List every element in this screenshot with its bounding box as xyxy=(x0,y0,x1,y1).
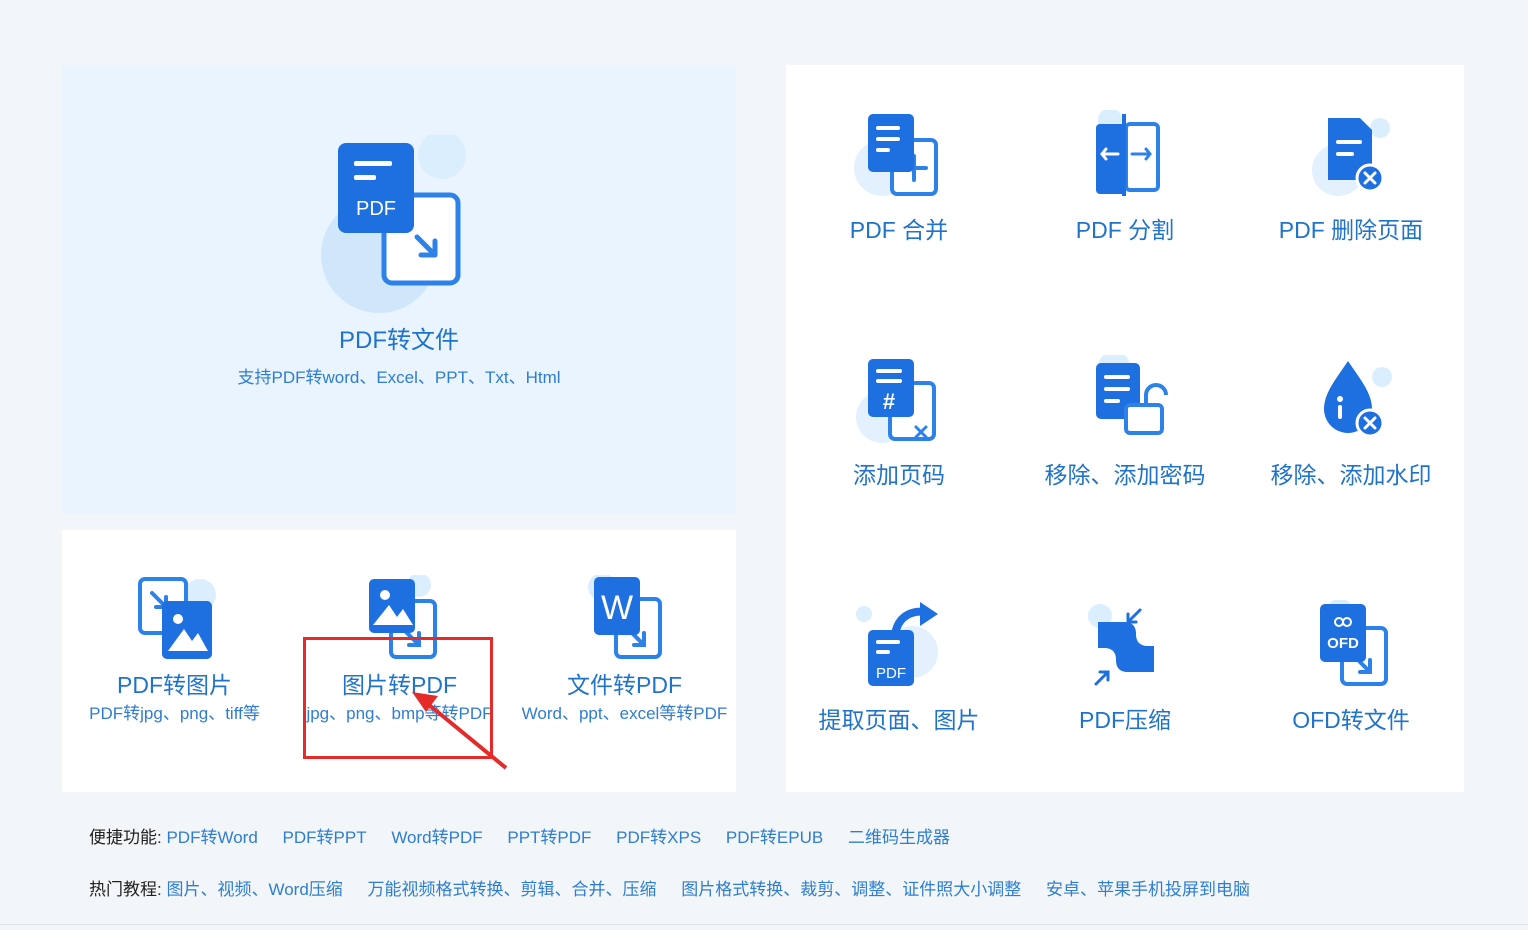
pdf-delete-page-tool[interactable]: PDF 删除页面 xyxy=(1238,110,1464,244)
word-to-pdf-icon: W xyxy=(587,575,662,659)
tutorial-link[interactable]: 图片、视频、Word压缩 xyxy=(166,880,342,899)
tool-title: 移除、添加密码 xyxy=(1044,462,1206,488)
add-page-number-tool[interactable]: # 添加页码 xyxy=(786,355,1012,489)
password-lock-icon xyxy=(1096,355,1168,435)
watermark-tool[interactable]: 移除、添加水印 xyxy=(1238,355,1464,489)
quick-link[interactable]: PDF转XPS xyxy=(616,828,701,847)
file-to-pdf-tool[interactable]: W 文件转PDF Word、ppt、excel等转PDF xyxy=(512,575,737,725)
tool-title: 移除、添加水印 xyxy=(1270,462,1432,488)
pdf-split-icon xyxy=(1096,110,1160,196)
quick-link[interactable]: PDF转Word xyxy=(166,828,257,847)
tool-title: 提取页面、图片 xyxy=(818,707,980,733)
quick-link[interactable]: PDF转PPT xyxy=(283,828,367,847)
tool-description: jpg、png、bmp等转PDF xyxy=(306,704,493,723)
pdf-to-image-icon xyxy=(137,577,216,659)
tutorial-link[interactable]: 万能视频格式转换、剪辑、合并、压缩 xyxy=(368,880,657,899)
pdf-compress-tool[interactable]: PDF压缩 xyxy=(1012,600,1238,734)
tutorial-link[interactable]: 图片格式转换、裁剪、调整、证件照大小调整 xyxy=(681,880,1021,899)
image-to-pdf-tool[interactable]: 图片转PDF jpg、png、bmp等转PDF xyxy=(287,575,512,725)
tutorials-row: 热门教程: 图片、视频、Word压缩 万能视频格式转换、剪辑、合并、压缩 图片格… xyxy=(89,875,1270,900)
pdf-to-image-tool[interactable]: PDF转图片 PDF转jpg、png、tiff等 xyxy=(62,575,287,725)
pdf-merge-icon xyxy=(854,114,938,196)
tool-title: PDF转图片 xyxy=(117,672,232,698)
extract-pdf-icon-text: PDF xyxy=(876,665,906,682)
pdf-to-file-tool[interactable]: PDF PDF转文件 支持PDF转word、Excel、PPT、Txt、Html xyxy=(62,135,736,389)
word-icon-letter: W xyxy=(600,589,632,627)
tool-title: PDF 合并 xyxy=(849,217,949,243)
quick-link[interactable]: 二维码生成器 xyxy=(848,828,950,847)
quick-links-row: 便捷功能: PDF转Word PDF转PPT Word转PDF PPT转PDF … xyxy=(89,823,970,848)
hash-icon-text: # xyxy=(883,389,895,414)
quick-link[interactable]: Word转PDF xyxy=(391,828,482,847)
pdf-split-tool[interactable]: PDF 分割 xyxy=(1012,110,1238,244)
pdf-to-file-panel[interactable]: PDF PDF转文件 支持PDF转word、Excel、PPT、Txt、Html xyxy=(62,65,736,514)
tool-title: 添加页码 xyxy=(853,462,945,488)
tutorial-link[interactable]: 安卓、苹果手机投屏到电脑 xyxy=(1046,880,1250,899)
tool-title: PDF转文件 xyxy=(339,327,459,354)
quick-link[interactable]: PDF转EPUB xyxy=(726,828,823,847)
extract-page-tool[interactable]: PDF 提取页面、图片 xyxy=(786,600,1012,734)
tool-description: PDF转jpg、png、tiff等 xyxy=(89,704,260,723)
ofd-convert-icon: OFD xyxy=(1320,600,1388,686)
pdf-tools-panel: PDF 合并 PDF 分割 PDF 删除页面 # 添加页码 移除、添加密码 移除… xyxy=(786,65,1464,792)
ofd-convert-tool[interactable]: OFD OFD转文件 xyxy=(1238,600,1464,734)
extract-page-icon: PDF xyxy=(856,602,938,686)
tool-title: PDF 删除页面 xyxy=(1278,217,1424,243)
quick-link[interactable]: PPT转PDF xyxy=(507,828,591,847)
compress-icon xyxy=(1088,604,1154,686)
image-to-pdf-icon xyxy=(368,575,437,659)
add-page-number-icon: # xyxy=(856,359,936,443)
tool-description: Word、ppt、excel等转PDF xyxy=(521,704,728,723)
watermark-drop-icon xyxy=(1324,361,1392,438)
convert-to-pdf-panel: PDF转图片 PDF转jpg、png、tiff等 图片转PDF jpg、png、… xyxy=(62,530,736,792)
tool-description: 支持PDF转word、Excel、PPT、Txt、Html xyxy=(237,368,561,387)
pdf-convert-icon: PDF xyxy=(321,135,466,313)
pdf-merge-tool[interactable]: PDF 合并 xyxy=(786,110,1012,244)
password-tool[interactable]: 移除、添加密码 xyxy=(1012,355,1238,489)
ofd-icon-text: OFD xyxy=(1327,635,1359,652)
tool-title: 图片转PDF xyxy=(342,672,457,698)
tool-title: 文件转PDF xyxy=(567,672,682,698)
tool-title: PDF 分割 xyxy=(1075,217,1175,243)
tool-title: PDF压缩 xyxy=(1079,707,1171,733)
pdf-delete-page-icon xyxy=(1312,118,1390,196)
tutorials-label: 热门教程: xyxy=(89,880,162,899)
bottom-divider xyxy=(0,924,1528,925)
pdf-icon-text: PDF xyxy=(356,198,396,220)
quick-links-label: 便捷功能: xyxy=(89,828,162,847)
tool-title: OFD转文件 xyxy=(1292,707,1410,733)
